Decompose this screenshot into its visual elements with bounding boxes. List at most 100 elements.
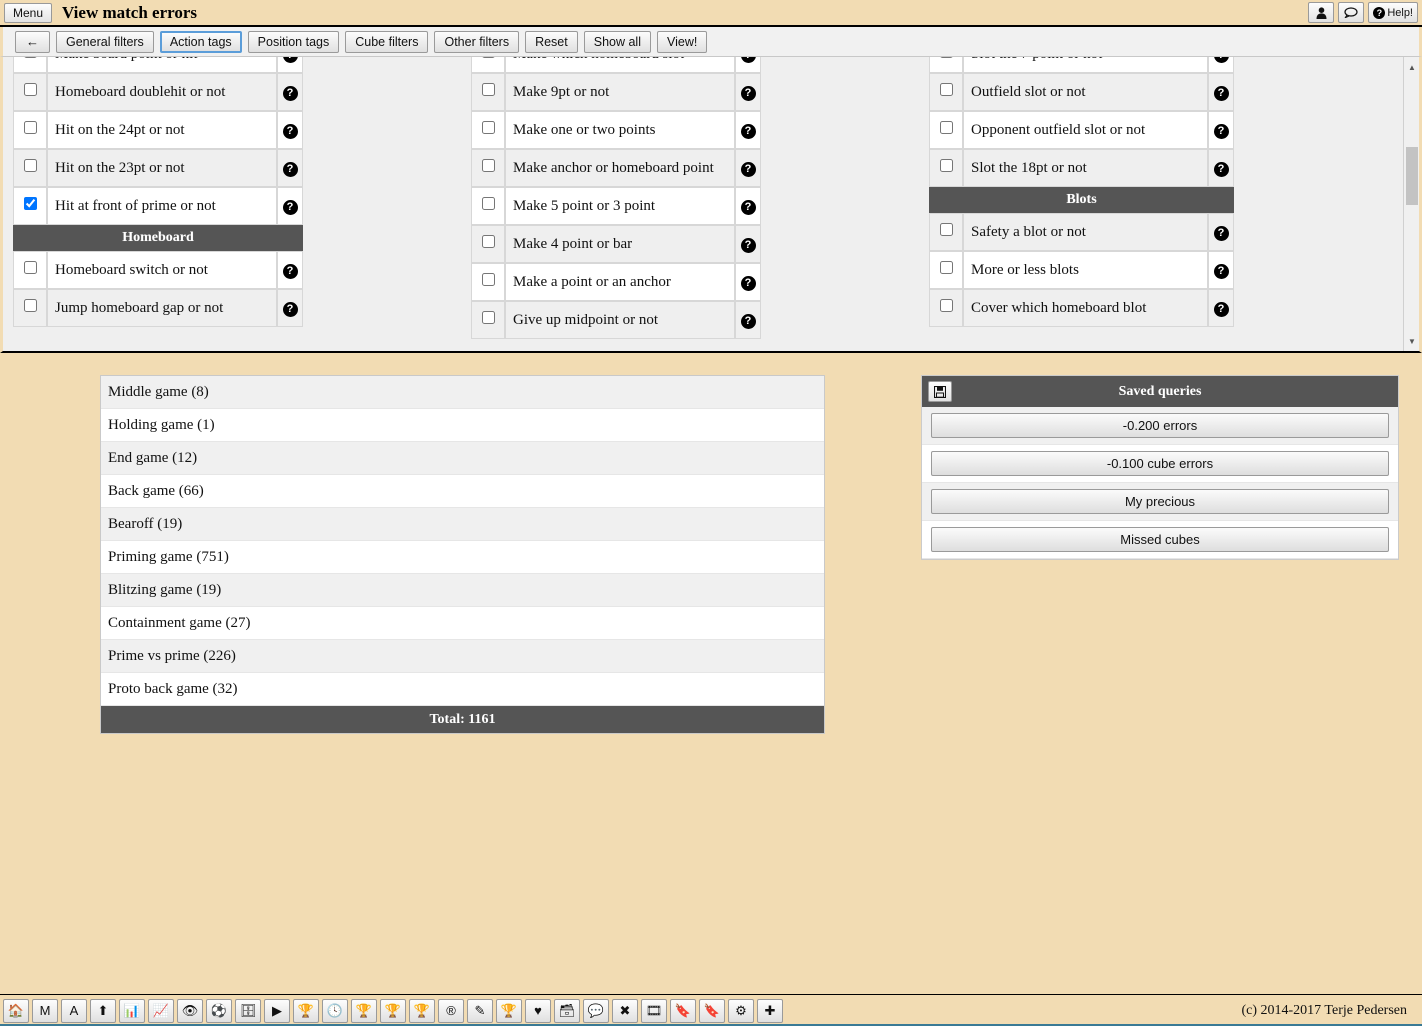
filter-checkbox[interactable] xyxy=(481,273,495,286)
trophy-icon[interactable]: 🏆 xyxy=(409,998,435,1023)
filter-row[interactable]: Give up midpoint or not? xyxy=(471,301,761,339)
bar-chart-icon[interactable]: 📊 xyxy=(119,998,145,1023)
question-mark-icon[interactable]: ? xyxy=(282,57,298,63)
question-mark-icon[interactable]: ? xyxy=(740,276,756,291)
filter-help-cell[interactable]: ? xyxy=(1208,111,1234,149)
question-mark-icon[interactable]: ? xyxy=(1213,264,1229,279)
filter-help-cell[interactable]: ? xyxy=(735,57,761,73)
filter-checkbox[interactable] xyxy=(481,235,495,248)
result-row[interactable]: Bearoff (19) xyxy=(101,508,824,541)
filter-help-cell[interactable]: ? xyxy=(735,187,761,225)
filter-checkbox[interactable] xyxy=(939,83,953,96)
filter-label[interactable]: Hit at front of prime or not xyxy=(47,187,277,225)
question-mark-icon[interactable]: ? xyxy=(740,86,756,101)
result-row[interactable]: End game (12) xyxy=(101,442,824,475)
filter-help-cell[interactable]: ? xyxy=(1208,213,1234,251)
bookmark-icon[interactable]: 🔖 xyxy=(699,998,725,1023)
upload-icon[interactable]: ⬆ xyxy=(90,998,116,1023)
reset-button[interactable]: Reset xyxy=(525,30,578,53)
filter-row[interactable]: Make which homeboard slot? xyxy=(471,57,761,73)
filter-help-cell[interactable]: ? xyxy=(277,251,303,289)
scrollbar-thumb[interactable] xyxy=(1406,147,1418,205)
heart-icon[interactable]: ♥ xyxy=(525,998,551,1023)
filter-label[interactable]: Cover which homeboard blot xyxy=(963,289,1208,327)
question-mark-icon[interactable]: ? xyxy=(1213,226,1229,241)
scroll-up-icon[interactable]: ▲ xyxy=(1404,59,1419,75)
ball-icon[interactable]: ⚽ xyxy=(206,998,232,1023)
filter-help-cell[interactable]: ? xyxy=(735,111,761,149)
filter-checkbox-cell[interactable] xyxy=(471,111,505,149)
result-row[interactable]: Proto back game (32) xyxy=(101,673,824,706)
question-mark-icon[interactable]: ? xyxy=(740,162,756,177)
filter-checkbox[interactable] xyxy=(939,121,953,134)
filter-checkbox[interactable] xyxy=(481,197,495,210)
registered-icon[interactable]: ® xyxy=(438,998,464,1023)
filter-checkbox-cell[interactable] xyxy=(13,187,47,225)
menu-button[interactable]: Menu xyxy=(4,2,53,23)
floppy-disk-icon[interactable] xyxy=(928,381,952,402)
filter-row[interactable]: Make board point or hit? xyxy=(13,57,303,73)
result-row[interactable]: Holding game (1) xyxy=(101,409,824,442)
filter-label[interactable]: Jump homeboard gap or not xyxy=(47,289,277,327)
comment-icon[interactable]: 💬 xyxy=(583,998,609,1023)
filter-checkbox[interactable] xyxy=(23,197,37,210)
filter-checkbox-cell[interactable] xyxy=(13,111,47,149)
tab-cube-filters[interactable]: Cube filters xyxy=(345,30,429,53)
filter-checkbox-cell[interactable] xyxy=(13,57,47,73)
result-row[interactable]: Prime vs prime (226) xyxy=(101,640,824,673)
saved-query-button[interactable]: -0.200 errors xyxy=(931,413,1389,438)
filter-label[interactable]: Make 5 point or 3 point xyxy=(505,187,735,225)
filter-checkbox-cell[interactable] xyxy=(13,149,47,187)
filter-label[interactable]: Make which homeboard slot xyxy=(505,57,735,73)
filter-checkbox[interactable] xyxy=(939,57,953,58)
filter-row[interactable]: Cover which homeboard blot? xyxy=(929,289,1234,327)
trophy-icon[interactable]: 🏆 xyxy=(351,998,377,1023)
question-mark-icon[interactable]: ? xyxy=(740,314,756,329)
filter-panel-scrollbar[interactable]: ▲ ▼ xyxy=(1403,57,1419,351)
filter-label[interactable]: Safety a blot or not xyxy=(963,213,1208,251)
question-mark-icon[interactable]: ? xyxy=(282,264,298,279)
filter-checkbox-cell[interactable] xyxy=(13,251,47,289)
filter-label[interactable]: Opponent outfield slot or not xyxy=(963,111,1208,149)
filter-help-cell[interactable]: ? xyxy=(277,57,303,73)
filter-label[interactable]: Make anchor or homeboard point xyxy=(505,149,735,187)
filter-label[interactable]: Make a point or an anchor xyxy=(505,263,735,301)
saved-query-button[interactable]: -0.100 cube errors xyxy=(931,451,1389,476)
question-mark-icon[interactable]: ? xyxy=(1213,57,1229,63)
filter-label[interactable]: More or less blots xyxy=(963,251,1208,289)
filter-row[interactable]: Outfield slot or not? xyxy=(929,73,1234,111)
filter-checkbox[interactable] xyxy=(939,299,953,312)
result-row[interactable]: Middle game (8) xyxy=(101,376,824,409)
filter-help-cell[interactable]: ? xyxy=(277,187,303,225)
question-mark-icon[interactable]: ? xyxy=(282,86,298,101)
question-mark-icon[interactable]: ? xyxy=(1213,162,1229,177)
filter-checkbox-cell[interactable] xyxy=(929,57,963,73)
match-icon[interactable]: M xyxy=(32,998,58,1023)
filter-checkbox[interactable] xyxy=(23,299,37,312)
result-row[interactable]: Blitzing game (19) xyxy=(101,574,824,607)
filter-row[interactable]: Hit on the 23pt or not? xyxy=(13,149,303,187)
trophy-icon[interactable]: 🏆 xyxy=(293,998,319,1023)
question-mark-icon[interactable]: ? xyxy=(740,57,756,63)
clock-icon[interactable]: 🕓 xyxy=(322,998,348,1023)
tab-action-tags[interactable]: Action tags xyxy=(159,30,242,53)
question-mark-icon[interactable]: ? xyxy=(740,238,756,253)
question-mark-icon[interactable]: ? xyxy=(282,162,298,177)
question-mark-icon[interactable]: ? xyxy=(282,200,298,215)
filter-row[interactable]: Make 4 point or bar? xyxy=(471,225,761,263)
filter-help-cell[interactable]: ? xyxy=(735,73,761,111)
filter-label[interactable]: Make 4 point or bar xyxy=(505,225,735,263)
filter-label[interactable]: Outfield slot or not xyxy=(963,73,1208,111)
filter-help-cell[interactable]: ? xyxy=(735,225,761,263)
filter-row[interactable]: Safety a blot or not? xyxy=(929,213,1234,251)
view-button[interactable]: View! xyxy=(656,30,708,53)
analysis-icon[interactable]: A xyxy=(61,998,87,1023)
question-mark-icon[interactable]: ? xyxy=(740,200,756,215)
filter-help-cell[interactable]: ? xyxy=(277,73,303,111)
filter-row[interactable]: Make one or two points? xyxy=(471,111,761,149)
filter-row[interactable]: Make 5 point or 3 point? xyxy=(471,187,761,225)
filter-row[interactable]: More or less blots? xyxy=(929,251,1234,289)
question-mark-icon[interactable]: ? xyxy=(740,124,756,139)
question-mark-icon[interactable]: ? xyxy=(1213,86,1229,101)
question-mark-icon[interactable]: ? xyxy=(1213,124,1229,139)
